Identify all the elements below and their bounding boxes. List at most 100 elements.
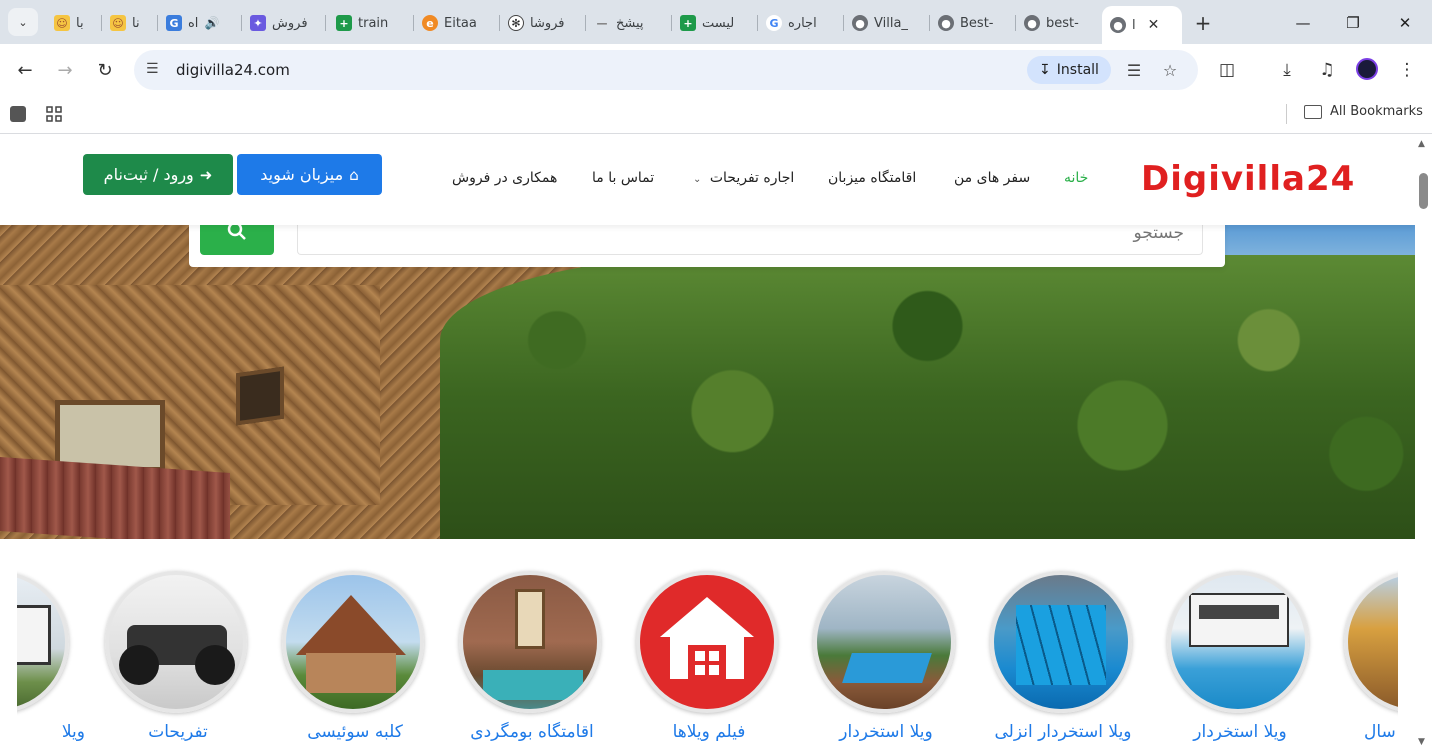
all-bookmarks-button[interactable]: All Bookmarks: [1304, 104, 1423, 119]
browser-tab[interactable]: + لیست: [672, 8, 758, 38]
bookmark-star-icon[interactable]: ☆: [1158, 58, 1182, 82]
category-item[interactable]: تفریحات: [105, 571, 251, 742]
browser-tab[interactable]: G اه 🔊: [158, 8, 242, 38]
nav-host-stay[interactable]: اقامتگاه میزبان: [828, 170, 916, 186]
category-image: [990, 571, 1132, 713]
category-item[interactable]: سال: [1344, 571, 1398, 742]
become-host-button[interactable]: ⌂ میزبان شوید: [237, 154, 382, 195]
back-button[interactable]: ←: [11, 56, 39, 84]
nav-sales[interactable]: همکاری در فروش: [452, 170, 557, 186]
tab-title: لیست: [702, 15, 735, 31]
tab-group-icon[interactable]: [8, 104, 28, 124]
category-label: ویلا استخردار: [839, 722, 933, 742]
tab-title: ا: [1132, 17, 1136, 33]
tab-title: Villa_: [874, 15, 908, 31]
minimize-button[interactable]: —: [1290, 10, 1316, 36]
web-page: Digivilla24 خانه سفر های من اقامتگاه میز…: [0, 135, 1415, 752]
forward-button[interactable]: →: [51, 56, 79, 84]
category-label: فیلم ویلاها: [672, 722, 746, 742]
browser-tab[interactable]: ☺ با: [46, 8, 102, 38]
chevron-down-icon: ⌄: [693, 174, 702, 185]
scroll-down-arrow-icon[interactable]: ▼: [1418, 737, 1425, 747]
tab-title: Best-: [960, 15, 994, 31]
nav-home[interactable]: خانه: [1064, 170, 1088, 186]
browser-tab[interactable]: — پیشخ: [586, 8, 672, 38]
scroll-thumb[interactable]: [1419, 173, 1428, 209]
nav-contact[interactable]: تماس با ما: [592, 170, 654, 186]
browser-tab[interactable]: ● best-: [1016, 8, 1102, 38]
category-label: کلبه سوئیسی: [307, 722, 403, 742]
home-icon: ⌂: [349, 165, 359, 184]
category-image: [17, 571, 69, 713]
category-label: ویلا: [61, 722, 85, 742]
install-label: Install: [1056, 62, 1099, 78]
close-window-button[interactable]: ✕: [1392, 10, 1418, 36]
sign-in-icon: ➜: [199, 165, 213, 184]
restore-button[interactable]: ❐: [1340, 10, 1366, 36]
scroll-up-arrow-icon[interactable]: ▲: [1418, 139, 1425, 149]
page-scrollbar[interactable]: ▲ ▼: [1415, 135, 1432, 752]
globe-favicon-icon: ●: [938, 15, 954, 31]
browser-toolbar: ← → ↻ ☰ digivilla24.com ↧ Install ☰ ☆ ◫ …: [0, 44, 1432, 96]
folder-icon: [1304, 104, 1322, 119]
browser-tab[interactable]: ☺ نا: [102, 8, 158, 38]
browser-tab[interactable]: G اجاره: [758, 8, 844, 38]
nav-my-trips[interactable]: سفر های من: [954, 170, 1030, 186]
nav-rent-fun-label: اجاره تفریحات: [709, 170, 795, 186]
browser-tab[interactable]: ✻ فروشا: [500, 8, 586, 38]
openai-favicon-icon: ✻: [508, 15, 524, 31]
eitaa-favicon-icon: e: [422, 15, 438, 31]
apps-grid-icon[interactable]: [44, 104, 64, 124]
close-tab-icon[interactable]: ✕: [1148, 17, 1160, 33]
tab-title: train: [358, 15, 389, 31]
tab-title: فروشا: [530, 15, 565, 31]
url-text[interactable]: digivilla24.com: [176, 61, 290, 79]
tab-title: پیشخ: [616, 15, 644, 31]
profile-avatar[interactable]: [1356, 58, 1378, 80]
extensions-icon[interactable]: ◫: [1213, 56, 1241, 84]
category-item[interactable]: ویلا: [17, 571, 85, 742]
site-logo[interactable]: Digivilla24: [1141, 159, 1355, 199]
browser-tab[interactable]: ● Best-: [930, 8, 1016, 38]
category-item[interactable]: کلبه سوئیسی: [282, 571, 428, 742]
tab-title: اجاره: [788, 15, 817, 31]
tab-title: Eitaa: [444, 15, 477, 31]
media-control-icon[interactable]: ♫: [1313, 56, 1341, 84]
browser-tab-active[interactable]: ● ا ✕: [1102, 6, 1182, 44]
category-item[interactable]: ویلا استخردار: [1167, 571, 1313, 742]
category-carousel: ویلا تفریحات کلبه سوئیسی اقامتگاه بومگرد…: [17, 555, 1398, 752]
category-item[interactable]: ویلا استخردار انزلی: [990, 571, 1136, 742]
browser-tab[interactable]: e Eitaa: [414, 8, 500, 38]
browser-tab[interactable]: + train: [328, 8, 414, 38]
category-item[interactable]: ویلا استخردار: [813, 571, 959, 742]
all-bookmarks-label: All Bookmarks: [1330, 104, 1423, 119]
address-bar[interactable]: ☰ digivilla24.com ↧ Install ☰ ☆: [134, 50, 1198, 90]
site-settings-icon[interactable]: ☰: [146, 61, 159, 77]
nav-rent-fun[interactable]: اجاره تفریحات ⌄: [693, 170, 794, 186]
category-item[interactable]: اقامتگاه بومگردی: [459, 571, 605, 742]
g-favicon-icon: G: [166, 15, 182, 31]
translate-icon[interactable]: ☰: [1122, 58, 1146, 82]
downloads-icon[interactable]: ⤓: [1273, 56, 1301, 84]
plus-favicon-icon: +: [680, 15, 696, 31]
browser-tab[interactable]: ● Villa_: [844, 8, 930, 38]
reload-button[interactable]: ↻: [91, 56, 119, 84]
new-tab-button[interactable]: +: [1190, 10, 1216, 36]
tab-search-button[interactable]: ⌄: [8, 8, 38, 36]
dash-favicon-icon: —: [596, 16, 608, 30]
emoji-favicon-icon: ☺: [110, 15, 126, 31]
install-app-button[interactable]: ↧ Install: [1027, 56, 1111, 84]
category-label: ویلا استخردار انزلی: [994, 722, 1132, 742]
category-image: [1344, 571, 1398, 713]
login-register-button[interactable]: ➜ ورود / ثبت‌نام: [83, 154, 233, 195]
bookmarks-bar: All Bookmarks: [0, 96, 1432, 134]
category-image: [459, 571, 601, 713]
plus-favicon-icon: +: [336, 15, 352, 31]
menu-kebab-icon[interactable]: ⋮: [1393, 56, 1421, 84]
tab-title: best-: [1046, 15, 1079, 31]
category-item[interactable]: فیلم ویلاها: [636, 571, 782, 742]
bird-favicon-icon: ✦: [250, 15, 266, 31]
tab-title: نا: [132, 15, 140, 31]
chevron-down-icon: ⌄: [18, 15, 28, 29]
browser-tab[interactable]: ✦ فروش: [242, 8, 326, 38]
